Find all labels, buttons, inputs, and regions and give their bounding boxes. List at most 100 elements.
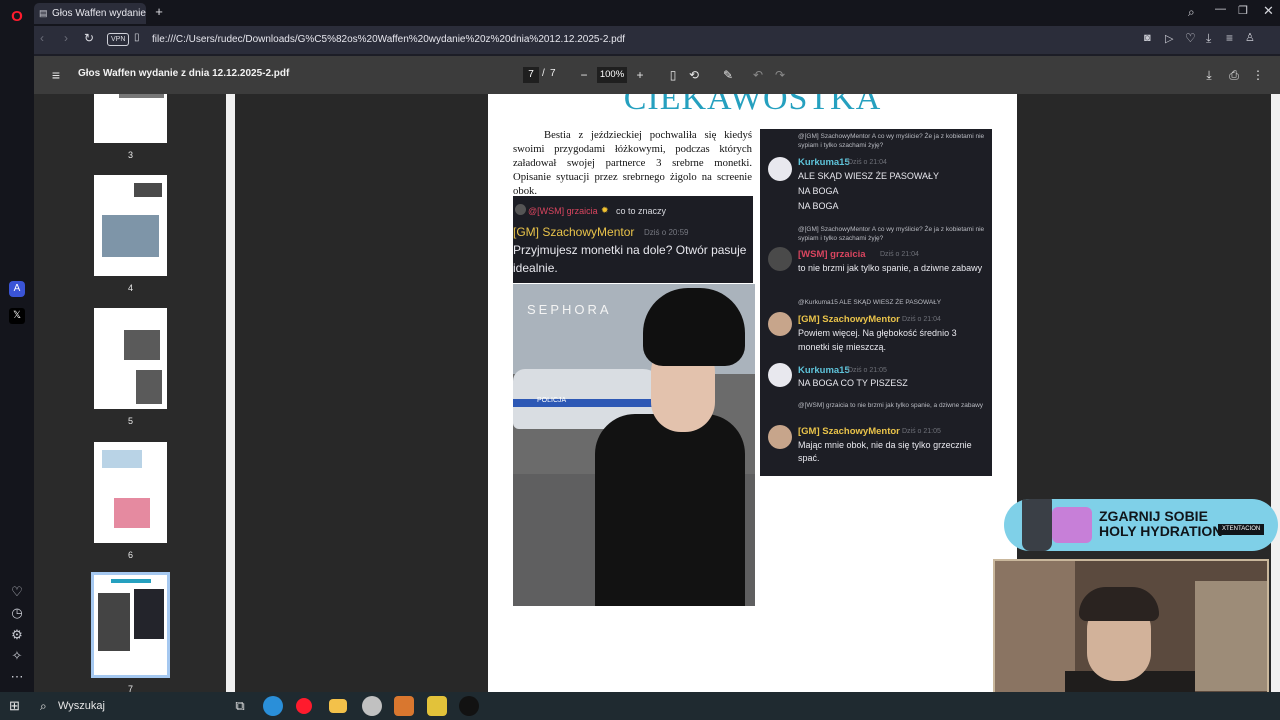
thumb-graphic: [134, 183, 162, 197]
message-time: Dziś o 21:05: [848, 367, 887, 374]
more-dots-icon[interactable]: ⋯: [7, 667, 27, 687]
selfie-photo: SEPHORA POLICJA: [513, 284, 755, 606]
product-graphic: [1052, 507, 1092, 543]
menu-lines-icon[interactable]: ≡: [1226, 31, 1233, 45]
author-name: Kurkuma15: [798, 365, 850, 376]
pdf-download-icon[interactable]: ⤓: [1201, 67, 1217, 83]
settings-gear-icon[interactable]: ⚙: [7, 625, 27, 645]
webcam-overlay: [993, 559, 1269, 713]
more-vertical-icon[interactable]: ⋮: [1250, 67, 1266, 83]
chat-screenshot-large: @[GM] SzachowyMentor A co wy myślicie? Ż…: [760, 129, 992, 476]
promo-line-2: HOLY HYDRATION: [1099, 523, 1223, 539]
forward-arrow-icon[interactable]: ›: [64, 31, 68, 45]
message-line: NA BOGA: [798, 186, 839, 196]
unreal-engine-icon[interactable]: [459, 696, 479, 716]
app-icon[interactable]: [362, 696, 382, 716]
article-text: Bestia z jeździeckiej pochwaliła się kie…: [513, 129, 752, 197]
app-icon[interactable]: [394, 696, 414, 716]
author-name: [GM] SzachowyMentor: [798, 426, 900, 437]
storefront-sign: SEPHORA: [527, 302, 612, 317]
download-icon[interactable]: ⤓: [1206, 31, 1211, 46]
message-line: Mając mnie obok, nie da się tylko grzecz…: [798, 440, 972, 450]
thumb-graphic: [98, 593, 130, 651]
pdf-toolbar: ≡ Głos Waffen wydanie z dnia 12.12.2025-…: [34, 56, 1280, 94]
reply-preview: @[GM] SzachowyMentor A co wy myślicie? Ż…: [798, 226, 985, 242]
zoom-input[interactable]: 100%: [597, 67, 627, 83]
thumb-graphic: [136, 370, 162, 404]
tab-title: Głos Waffen wydanie z dn: [52, 8, 146, 19]
profile-icon[interactable]: ♙: [1245, 31, 1255, 44]
x-twitter-icon[interactable]: 𝕏: [9, 308, 25, 324]
avatar-kurkuma: [768, 157, 792, 181]
heart-icon[interactable]: ♡: [7, 582, 27, 602]
file-icon: ▯: [134, 32, 140, 43]
thumb-graphic: [134, 589, 164, 639]
thumbnail-page-3[interactable]: [94, 94, 167, 143]
bookmark-heart-icon[interactable]: ♡: [1185, 31, 1196, 45]
message-line: NA BOGA: [798, 201, 839, 211]
fit-page-icon[interactable]: ▯: [665, 67, 681, 83]
print-icon[interactable]: ⎙: [1226, 67, 1242, 83]
zoom-in-icon[interactable]: +: [632, 67, 648, 83]
author-name: [WSM] grzaicia: [798, 249, 866, 260]
hamburger-menu-icon[interactable]: ≡: [48, 67, 64, 83]
viewer-scrollbar[interactable]: [1271, 94, 1280, 692]
send-icon[interactable]: ▷: [1165, 32, 1173, 45]
task-view-icon[interactable]: ⧉: [230, 696, 250, 716]
search-icon[interactable]: ⌕: [1188, 5, 1195, 20]
thumbnail-page-4[interactable]: [94, 175, 167, 276]
url-field[interactable]: file:///C:/Users/rudec/Downloads/G%C5%82…: [152, 30, 1152, 50]
pdf-page: CIEKAWOSTKA Bestia z jeździeckiej pochwa…: [488, 94, 1017, 692]
vpn-badge[interactable]: VPN: [107, 33, 130, 46]
tab-active[interactable]: ▤ Głos Waffen wydanie z dn: [34, 3, 146, 24]
minimize-icon[interactable]: —: [1215, 3, 1226, 15]
message-time: Dziś o 20:59: [644, 228, 689, 237]
person-beanie: [643, 288, 745, 366]
page-heading: CIEKAWOSTKA: [623, 94, 882, 117]
redo-icon[interactable]: ↷: [772, 67, 788, 83]
windows-start-icon[interactable]: ⊞: [9, 699, 23, 713]
taskbar-search[interactable]: ⌕ Wyszukaj: [32, 692, 224, 720]
thumb-graphic: [102, 215, 159, 257]
thumbnail-label: 3: [127, 150, 133, 160]
page-number-input[interactable]: 7: [523, 67, 539, 83]
undo-icon[interactable]: ↶: [750, 67, 766, 83]
annotate-pen-icon[interactable]: ✎: [720, 67, 736, 83]
message-line: spać.: [798, 453, 820, 463]
zoom-out-icon[interactable]: −: [576, 67, 592, 83]
thumbnail-page-6[interactable]: [94, 442, 167, 543]
opera-logo-icon[interactable]: O: [7, 7, 27, 27]
close-icon[interactable]: ✕: [1263, 3, 1274, 19]
edge-icon[interactable]: [263, 696, 283, 716]
tab-strip: ▤ Głos Waffen wydanie z dn + ⌕ — ❐ ✕: [34, 0, 1280, 26]
lightbulb-icon[interactable]: ✧: [7, 646, 27, 666]
opera-icon[interactable]: [296, 698, 312, 714]
browser-sidebar: O A 𝕏 ♡ ◷ ⚙ ✧ ⋯: [0, 0, 34, 698]
history-icon[interactable]: ◷: [7, 603, 27, 623]
message-author: [GM] SzachowyMentor: [513, 225, 635, 239]
thumb-graphic: [111, 579, 151, 583]
file-explorer-icon[interactable]: [329, 699, 347, 713]
rotate-icon[interactable]: ⟲: [686, 67, 702, 83]
thumbnail-page-5[interactable]: [94, 308, 167, 409]
camera-icon[interactable]: ◙: [1144, 32, 1151, 44]
aria-icon[interactable]: A: [9, 281, 25, 297]
message-line: NA BOGA CO TY PISZESZ: [798, 378, 908, 388]
new-tab-plus-icon[interactable]: +: [152, 5, 166, 19]
chat-screenshot-small: @[WSM] grzaicia ✹ co to znaczy [GM] Szac…: [513, 196, 753, 283]
restore-icon[interactable]: ❐: [1238, 4, 1248, 17]
message-time: Dziś o 21:04: [880, 251, 919, 258]
message-time: Dziś o 21:05: [902, 428, 941, 435]
thumbnail-scrollbar[interactable]: [226, 94, 235, 692]
police-car-stripe: [513, 399, 663, 407]
thumbnail-page-7-selected[interactable]: [91, 572, 170, 678]
back-arrow-icon[interactable]: ‹: [40, 31, 44, 45]
thumbnail-label: 6: [127, 550, 133, 560]
page-separator: /: [542, 68, 545, 79]
app-icon[interactable]: [427, 696, 447, 716]
promo-banner: ZGARNIJ SOBIE HOLY HYDRATION XTENTACION: [1004, 499, 1278, 551]
reload-icon[interactable]: ↻: [84, 31, 94, 45]
avatar-grzaicia: [768, 247, 792, 271]
thumb-graphic: [114, 498, 150, 528]
avatar-mentor: [768, 425, 792, 449]
